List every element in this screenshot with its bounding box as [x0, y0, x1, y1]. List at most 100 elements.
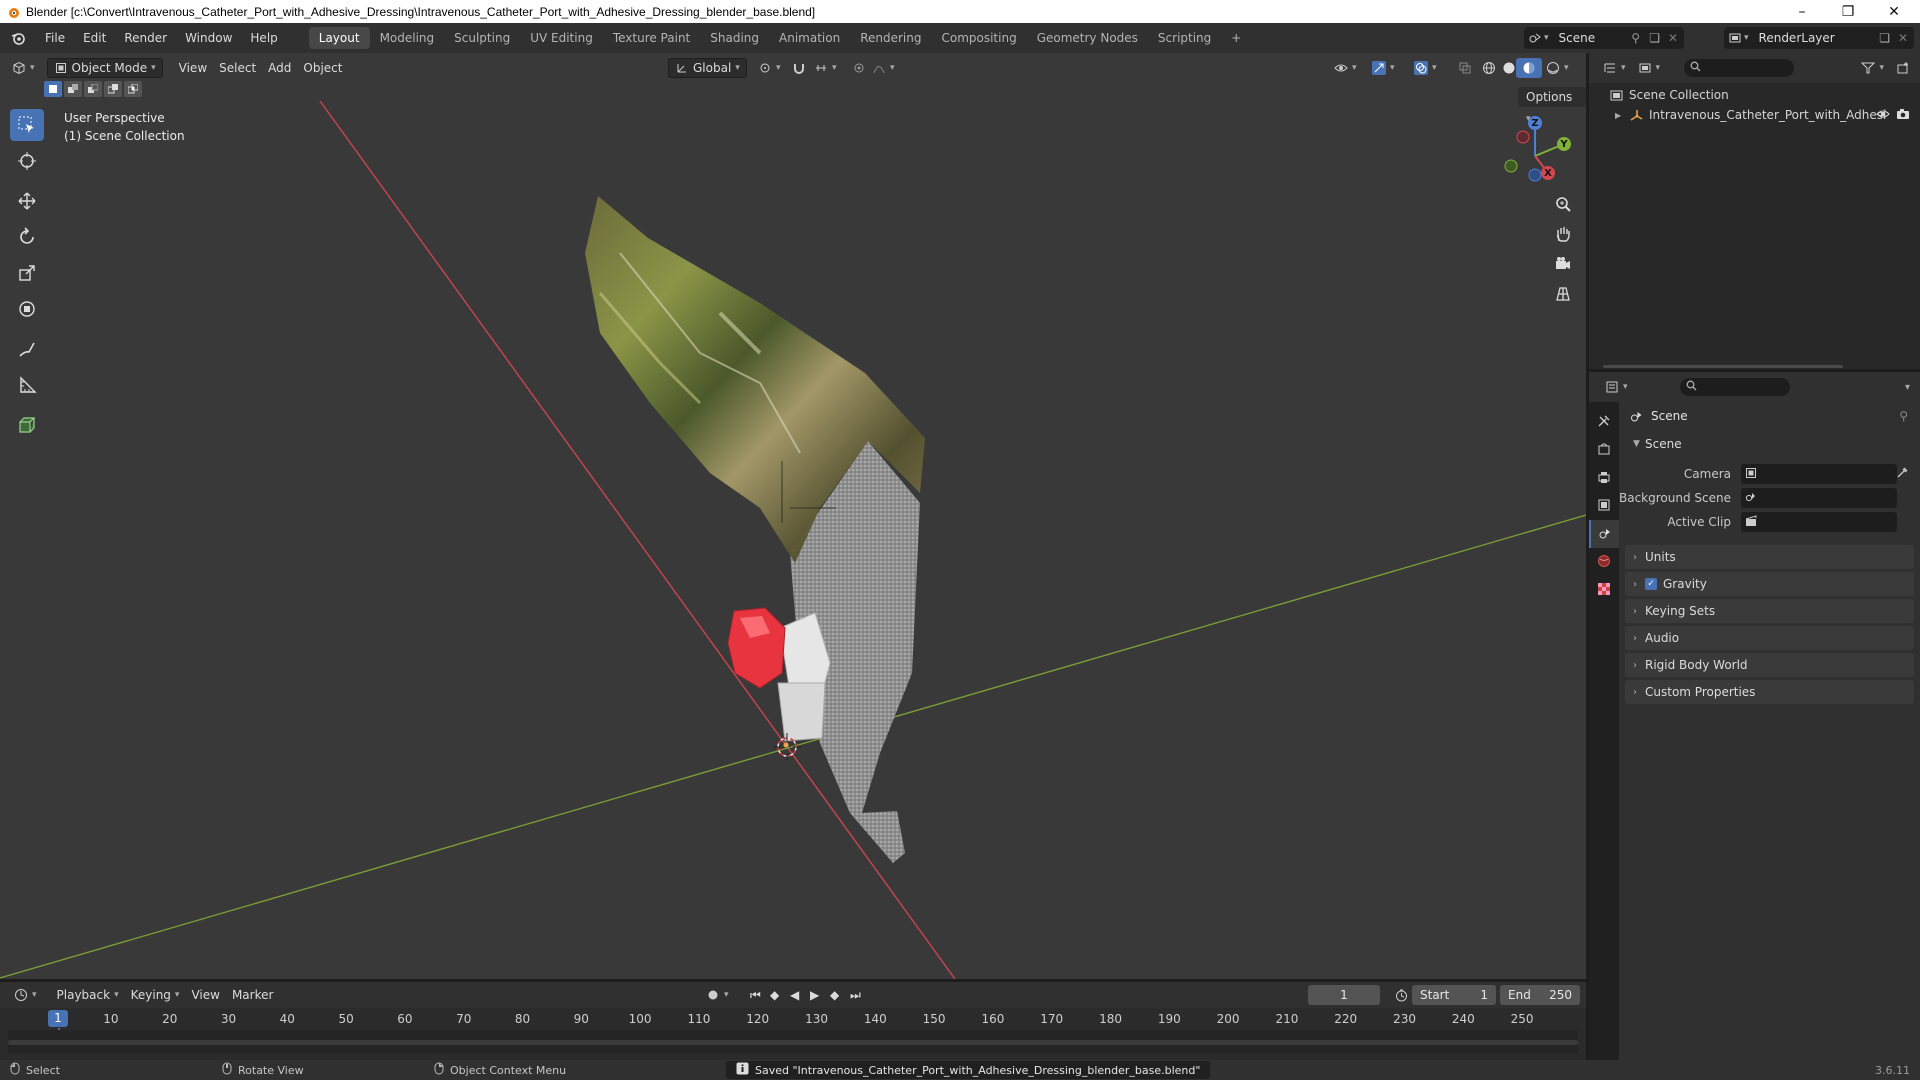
restore-button[interactable]: ❐: [1826, 0, 1870, 23]
panel-gravity[interactable]: › ✓ Gravity: [1625, 572, 1914, 596]
measure-tool[interactable]: [10, 369, 44, 401]
gizmo-y-axis[interactable]: Y: [1557, 137, 1571, 151]
playhead[interactable]: 1: [48, 1010, 68, 1027]
add-cube-tool[interactable]: [10, 409, 44, 441]
perspective-toggle-icon[interactable]: [1549, 280, 1577, 308]
filter-dropdown[interactable]: ▾: [1855, 58, 1890, 78]
shading-material-preview[interactable]: [1516, 58, 1542, 78]
tab-geometry-nodes[interactable]: Geometry Nodes: [1027, 27, 1148, 49]
select-box-tool[interactable]: [10, 109, 44, 141]
tab-sculpting[interactable]: Sculpting: [444, 27, 520, 49]
viewport-canvas[interactable]: [0, 53, 1586, 979]
close-window-button[interactable]: ✕: [1872, 0, 1916, 23]
select-extend-icon[interactable]: [64, 81, 82, 97]
properties-options-icon[interactable]: ▾: [1905, 382, 1910, 393]
display-mode-dropdown[interactable]: ▾: [1632, 58, 1667, 78]
transform-tool[interactable]: [10, 293, 44, 325]
panel-audio[interactable]: › Audio: [1625, 626, 1914, 650]
blender-menu-icon[interactable]: [0, 30, 36, 46]
panel-custom-properties[interactable]: › Custom Properties: [1625, 680, 1914, 704]
tab-compositing[interactable]: Compositing: [931, 27, 1026, 49]
gizmo-x-axis[interactable]: X: [1541, 166, 1555, 180]
jump-end-button[interactable]: ⏭: [844, 985, 867, 1005]
tab-rendering[interactable]: Rendering: [850, 27, 931, 49]
rotate-tool[interactable]: [10, 221, 44, 253]
tab-view-layer[interactable]: [1589, 492, 1619, 520]
scene-selector[interactable]: ▾ Scene ⚲ ❏ ✕: [1524, 27, 1684, 49]
menu-file[interactable]: File: [36, 27, 74, 49]
render-camera-icon[interactable]: [1896, 108, 1910, 123]
menu-render[interactable]: Render: [115, 27, 176, 49]
timeline-scrollbar[interactable]: [8, 1040, 1578, 1045]
tab-uv-editing[interactable]: UV Editing: [520, 27, 603, 49]
play-button[interactable]: ▶: [804, 985, 825, 1005]
viewport-menu-view[interactable]: View: [173, 58, 213, 78]
delete-view-layer-icon[interactable]: ✕: [1898, 31, 1908, 45]
next-keyframe-button[interactable]: ◆: [824, 985, 845, 1005]
select-invert-icon[interactable]: [104, 81, 122, 97]
expand-arrow-icon[interactable]: ▶: [1615, 111, 1629, 120]
panel-units[interactable]: › Units: [1625, 545, 1914, 569]
new-collection-button[interactable]: [1890, 58, 1916, 78]
mode-dropdown[interactable]: Object Mode ▾: [46, 58, 163, 78]
view-layer-selector[interactable]: ▾ RenderLayer ❏ ✕: [1724, 27, 1914, 49]
proportional-falloff-dropdown[interactable]: ▾: [866, 58, 901, 78]
tab-modeling[interactable]: Modeling: [370, 27, 445, 49]
shading-rendered[interactable]: ▾: [1540, 58, 1575, 78]
delete-scene-icon[interactable]: ✕: [1668, 31, 1678, 45]
zoom-icon[interactable]: [1549, 190, 1577, 218]
panel-rigid-body-world[interactable]: › Rigid Body World: [1625, 653, 1914, 677]
outliner-editor-type[interactable]: ▾: [1597, 58, 1632, 78]
visibility-dropdown[interactable]: ▾: [1328, 58, 1363, 78]
transform-orientation-dropdown[interactable]: Global ▾: [668, 58, 747, 78]
tab-render[interactable]: [1589, 436, 1619, 464]
pivot-point-dropdown[interactable]: ▾: [752, 58, 787, 78]
navigation-gizmo[interactable]: Z Y X: [1490, 111, 1580, 201]
timeline-editor-type[interactable]: ▾: [8, 985, 43, 1005]
panel-keying-sets[interactable]: › Keying Sets: [1625, 599, 1914, 623]
outliner-scene-collection[interactable]: Scene Collection: [1589, 85, 1920, 105]
camera-field[interactable]: [1741, 464, 1908, 484]
snap-target-dropdown[interactable]: ▾: [808, 58, 843, 78]
3d-viewport[interactable]: ▾ Object Mode ▾ View Select Add Object G…: [0, 53, 1586, 979]
timeline-track[interactable]: [8, 1030, 1578, 1054]
prev-keyframe-button[interactable]: ◆: [764, 985, 785, 1005]
eyedropper-icon[interactable]: [1896, 467, 1908, 482]
add-workspace-button[interactable]: +: [1221, 27, 1251, 49]
play-reverse-button[interactable]: ◀: [784, 985, 805, 1005]
tab-layout[interactable]: Layout: [308, 27, 370, 49]
properties-editor-type[interactable]: ▾: [1599, 377, 1634, 397]
options-dropdown[interactable]: Options ▾: [1518, 87, 1586, 124]
scale-tool[interactable]: [10, 257, 44, 289]
tab-output[interactable]: [1589, 464, 1619, 492]
viewport-menu-add[interactable]: Add: [262, 58, 297, 78]
gizmo-z-axis[interactable]: Z: [1528, 116, 1542, 130]
playback-menu[interactable]: Playback ▾: [51, 985, 125, 1005]
status-report[interactable]: Saved "Intravenous_Catheter_Port_with_Ad…: [726, 1061, 1211, 1079]
select-intersect-icon[interactable]: [124, 81, 142, 97]
tab-animation[interactable]: Animation: [769, 27, 850, 49]
end-frame-field[interactable]: End 250: [1500, 985, 1580, 1005]
tab-world[interactable]: [1589, 548, 1619, 576]
outliner-scrollbar[interactable]: [1603, 365, 1843, 368]
new-view-layer-icon[interactable]: ❏: [1879, 31, 1890, 45]
gizmo-toggle[interactable]: ▾: [1366, 58, 1401, 78]
panel-scene-header[interactable]: ▼ Scene: [1625, 432, 1914, 456]
current-frame-field[interactable]: 1: [1308, 985, 1380, 1005]
background-scene-field[interactable]: [1741, 488, 1897, 508]
minimize-button[interactable]: –: [1780, 0, 1824, 23]
use-preview-range-toggle[interactable]: [1388, 985, 1414, 1005]
menu-window[interactable]: Window: [176, 27, 241, 49]
active-clip-field[interactable]: [1741, 512, 1897, 532]
tab-texture[interactable]: [1589, 576, 1619, 604]
tab-tool[interactable]: [1589, 408, 1619, 436]
cursor-tool[interactable]: [10, 145, 44, 177]
tab-scripting[interactable]: Scripting: [1148, 27, 1221, 49]
auto-keying-toggle[interactable]: ▾: [700, 985, 735, 1005]
tab-texture-paint[interactable]: Texture Paint: [603, 27, 700, 49]
marker-menu[interactable]: Marker: [226, 985, 279, 1005]
annotate-tool[interactable]: [10, 333, 44, 365]
editor-type-selector[interactable]: ▾: [6, 58, 41, 78]
pan-hand-icon[interactable]: [1549, 220, 1577, 248]
pin-scene-icon[interactable]: ⚲: [1631, 31, 1640, 45]
